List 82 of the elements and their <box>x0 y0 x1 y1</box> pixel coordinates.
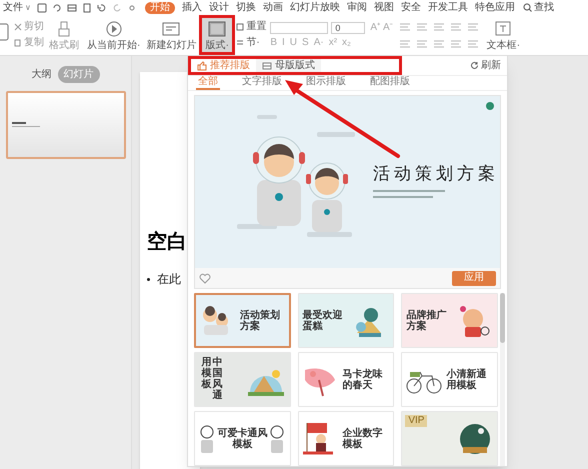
slide-preview-drawing <box>12 122 42 128</box>
redo-icon[interactable] <box>52 2 62 12</box>
slide-title: 空白 <box>147 232 187 252</box>
template-title: 可爱卡通风模板 <box>216 428 268 450</box>
template-title: 马卡龙味的春天 <box>342 368 384 390</box>
filter-tab[interactable]: 文字排版 <box>240 77 284 90</box>
menu-tab[interactable]: 幻灯片放映 <box>290 2 340 12</box>
layout-icon <box>262 60 272 70</box>
align-icon[interactable] <box>466 22 479 30</box>
subtitle-lines-drawing <box>373 190 445 200</box>
menu-tab[interactable]: 特色应用 <box>475 2 515 12</box>
template-thumbnail[interactable]: 可爱卡通风模板 <box>194 411 291 466</box>
search-icon <box>523 3 532 12</box>
template-title: 活动策划方案 <box>240 310 281 332</box>
font-size-field[interactable]: 0 <box>331 22 366 34</box>
font-name-field[interactable] <box>270 22 328 34</box>
align-icon[interactable] <box>398 22 411 30</box>
template-thumbnail[interactable]: 中国风通用模板 <box>194 352 291 407</box>
heart-icon[interactable] <box>199 272 211 284</box>
menu-tab[interactable]: 插入 <box>182 2 202 12</box>
align-icon[interactable] <box>416 40 428 48</box>
menu-tab[interactable]: 切换 <box>236 2 256 12</box>
align-icon[interactable] <box>432 40 445 48</box>
bullet-icon <box>147 278 150 280</box>
template-title: 最受欢迎蛋糕 <box>302 310 344 332</box>
new-slide-button[interactable]: 新建幻灯片 <box>144 15 198 55</box>
template-title: 活动策划方案 <box>373 164 499 182</box>
text-box-icon <box>493 20 514 38</box>
menu-tab[interactable]: 审阅 <box>347 2 367 12</box>
menu-tab[interactable]: 动画 <box>263 2 283 12</box>
menu-tab[interactable]: 视图 <box>374 2 394 12</box>
reset-icon <box>236 23 244 31</box>
template-thumbnail[interactable]: 小清新通用模板 <box>401 352 498 407</box>
search-button[interactable]: 查找 <box>523 2 554 12</box>
template-thumbnail[interactable]: 最受欢迎蛋糕 <box>298 293 394 348</box>
section-button[interactable]: 节· <box>236 38 266 48</box>
align-icon[interactable] <box>466 40 479 48</box>
refresh-icon <box>470 61 479 70</box>
slide-thumbnail[interactable] <box>6 91 126 159</box>
align-icon[interactable] <box>398 40 411 48</box>
template-thumbnail[interactable]: 活动策划方案 <box>194 293 291 348</box>
template-title: 中国风通用模板 <box>201 356 223 402</box>
layout-icon <box>207 20 228 38</box>
layout-tab[interactable]: 母版版式 <box>256 58 321 72</box>
robot-drawing <box>270 424 284 454</box>
circle-icon[interactable] <box>127 2 137 12</box>
from-current-button[interactable]: 从当前开始· <box>85 15 142 55</box>
vip-badge: VIP <box>405 415 428 427</box>
template-title: 小清新通用模板 <box>446 368 488 390</box>
template-thumbnail[interactable]: 马卡龙味的春天 <box>298 352 394 407</box>
play-icon <box>104 20 124 38</box>
filter-tab[interactable]: 图示排版 <box>304 77 348 90</box>
file-menu[interactable]: 文件 ∨ <box>3 2 31 12</box>
thumb-up-icon <box>197 60 207 70</box>
bullet-text: 在此 <box>157 271 181 288</box>
template-thumbnail[interactable]: 企业数字模板 <box>298 411 394 466</box>
robot-drawing <box>200 424 214 454</box>
filter-tab[interactable]: 配图排版 <box>368 77 412 90</box>
align-icon[interactable] <box>450 22 462 30</box>
scrollbar-thumb[interactable] <box>500 293 505 343</box>
scissors-icon <box>14 23 22 31</box>
align-icon[interactable] <box>450 40 462 48</box>
layout-button[interactable]: 版式· <box>202 18 232 52</box>
template-thumbnail[interactable]: 品牌推广方案 <box>401 293 498 348</box>
copy-icon <box>14 39 22 47</box>
save-icon[interactable] <box>37 2 47 12</box>
undo-icon[interactable] <box>97 2 107 12</box>
section-icon <box>236 39 244 47</box>
align-icon[interactable] <box>416 22 428 30</box>
align-icon[interactable] <box>432 22 445 30</box>
menu-tab[interactable]: 开发工具 <box>428 2 468 12</box>
preview-icon[interactable] <box>82 2 92 12</box>
reset-button[interactable]: 重置 <box>236 22 266 32</box>
menu-tab[interactable]: 设计 <box>209 2 229 12</box>
refresh-button[interactable]: 刷新 <box>470 60 501 70</box>
menu-tab[interactable]: 安全 <box>401 2 421 12</box>
template-title: 企业数字模板 <box>342 428 384 450</box>
print-icon[interactable] <box>67 2 77 12</box>
panel-tab[interactable]: 大纲 <box>32 67 52 82</box>
text-box-button[interactable]: 文本框· <box>484 15 522 55</box>
slide-icon <box>161 20 182 38</box>
template-title: 品牌推广方案 <box>406 310 448 332</box>
